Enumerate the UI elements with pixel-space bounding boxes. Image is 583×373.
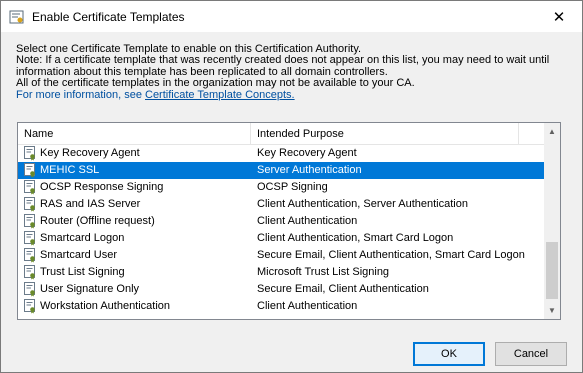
list-item[interactable]: Key Recovery Agent Key Recovery Agent <box>18 145 544 162</box>
certificate-templates-list[interactable]: Name Intended Purpose Key Recovery Agent… <box>17 122 561 320</box>
certificate-template-icon <box>24 265 37 280</box>
certificate-template-icon <box>24 146 37 161</box>
template-intended-purpose: Client Authentication <box>257 215 358 227</box>
certificate-template-concepts-link[interactable]: Certificate Template Concepts. <box>145 89 295 101</box>
list-item[interactable]: RAS and IAS Server Client Authentication,… <box>18 196 544 213</box>
certificate-template-icon <box>24 214 37 229</box>
template-name: MEHIC SSL <box>40 164 100 176</box>
template-name: Key Recovery Agent <box>40 147 140 159</box>
template-name: User Signature Only <box>40 283 140 295</box>
vertical-scrollbar[interactable]: ▲ ▼ <box>544 123 560 319</box>
column-header-name[interactable]: Name <box>18 123 251 145</box>
certificate-template-icon <box>24 231 37 246</box>
certificate-template-icon <box>24 180 37 195</box>
description-text: Select one Certificate Template to enabl… <box>16 43 571 101</box>
scroll-up-button[interactable]: ▲ <box>544 123 560 140</box>
column-header-intended-purpose[interactable]: Intended Purpose <box>251 123 519 145</box>
template-name: Workstation Authentication <box>40 300 171 312</box>
template-intended-purpose: Microsoft Trust List Signing <box>257 266 390 278</box>
template-intended-purpose: Client Authentication, Server Authentica… <box>257 198 468 210</box>
list-item[interactable]: Router (Offline request) Client Authentic… <box>18 213 544 230</box>
template-intended-purpose: Key Recovery Agent <box>257 147 357 159</box>
certificate-template-icon <box>24 163 37 178</box>
template-name: RAS and IAS Server <box>40 198 141 210</box>
list-item[interactable]: User Signature Only Secure Email, Client … <box>18 281 544 298</box>
list-item[interactable]: Workstation Authentication Client Authent… <box>18 298 544 315</box>
template-intended-purpose: Secure Email, Client Authentication <box>257 283 429 295</box>
scroll-down-button[interactable]: ▼ <box>544 302 560 319</box>
certificate-icon <box>9 9 25 25</box>
list-item[interactable]: Trust List Signing Microsoft Trust List S… <box>18 264 544 281</box>
list-item[interactable]: MEHIC SSL Server Authentication <box>18 162 544 179</box>
ok-button[interactable]: OK <box>413 342 485 366</box>
more-info-line: For more information, see Certificate Te… <box>16 88 571 101</box>
close-button[interactable]: ✕ <box>536 1 582 32</box>
template-intended-purpose: Secure Email, Client Authentication, Sma… <box>257 249 525 261</box>
list-item[interactable]: Smartcard Logon Client Authentication, Sm… <box>18 230 544 247</box>
template-name: Smartcard Logon <box>40 232 125 244</box>
title-bar: Enable Certificate Templates ✕ <box>1 1 582 32</box>
template-name: OCSP Response Signing <box>40 181 164 193</box>
more-info-prefix: For more information, see <box>16 88 145 101</box>
template-name: Smartcard User <box>40 249 118 261</box>
certificate-template-icon <box>24 248 37 263</box>
list-header: Name Intended Purpose <box>18 123 544 145</box>
enable-certificate-templates-dialog: Enable Certificate Templates ✕ Select on… <box>0 0 583 373</box>
scrollbar-thumb[interactable] <box>546 242 558 299</box>
list-item[interactable]: OCSP Response Signing OCSP Signing <box>18 179 544 196</box>
list-rows: Key Recovery Agent Key Recovery Agent MEHI… <box>18 145 544 315</box>
certificate-template-icon <box>24 282 37 297</box>
cancel-button[interactable]: Cancel <box>495 342 567 366</box>
template-intended-purpose: Client Authentication, Smart Card Logon <box>257 232 454 244</box>
template-name: Trust List Signing <box>40 266 125 278</box>
certificate-template-icon <box>24 197 37 212</box>
template-intended-purpose: Client Authentication <box>257 300 358 312</box>
list-item[interactable]: Smartcard User Secure Email, Client Authe… <box>18 247 544 264</box>
template-name: Router (Offline request) <box>40 215 155 227</box>
window-title: Enable Certificate Templates <box>32 10 185 24</box>
template-intended-purpose: OCSP Signing <box>257 181 328 193</box>
dialog-body: Select one Certificate Template to enabl… <box>1 32 582 372</box>
template-intended-purpose: Server Authentication <box>257 164 362 176</box>
certificate-template-icon <box>24 299 37 314</box>
